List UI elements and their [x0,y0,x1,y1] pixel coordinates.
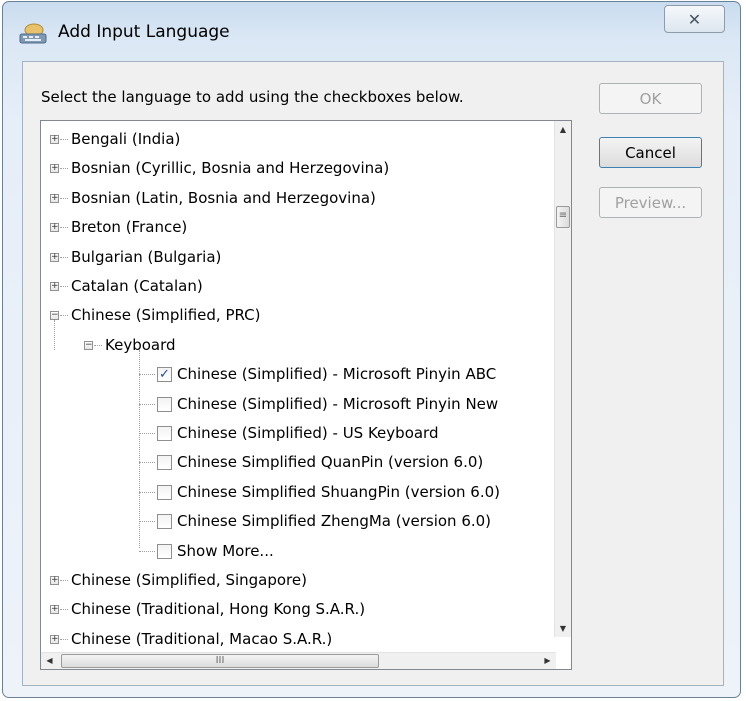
tree-keyboard-item[interactable]: Chinese Simplified ShuangPin (version 6.… [41,479,553,505]
tree-keyboard-label: Chinese Simplified ShuangPin (version 6.… [177,482,500,501]
ok-button[interactable]: OK [599,83,702,114]
tree-language-label: Breton (France) [71,218,188,237]
tree-keyboard-group[interactable]: − Keyboard [41,332,553,358]
tree-keyboard-item[interactable]: Chinese (Simplified) - Microsoft Pinyin … [41,391,553,417]
tree-connector-line [60,197,68,199]
checkbox-unchecked[interactable] [157,455,172,471]
dialog-content: Select the language to add using the che… [22,61,724,686]
tree-language-item[interactable]: + Chinese (Simplified, Singapore) [41,567,553,593]
tree-connector-line [60,638,68,640]
tree-keyboard-item[interactable]: Chinese Simplified ZhengMa (version 6.0) [41,508,553,534]
collapse-icon[interactable]: − [84,340,93,350]
tree-keyboard-item[interactable]: ✓ Chinese (Simplified) - Microsoft Pinyin… [41,361,553,387]
tree-language-label: Bosnian (Cyrillic, Bosnia and Herzegovin… [71,159,390,178]
expand-icon[interactable]: + [50,135,59,144]
expand-icon[interactable]: + [50,252,59,262]
scroll-up-arrow-icon[interactable]: ▲ [555,121,571,138]
tree-keyboard-label: Show More... [177,541,274,560]
tree-connector-line [139,403,155,405]
horizontal-scroll-thumb[interactable]: III [61,654,379,668]
tree-connector-line [60,286,68,287]
tree-language-item[interactable]: + Bulgarian (Bulgaria) [41,244,553,270]
tree-language-item[interactable]: + Catalan (Catalan) [41,273,553,299]
checkbox-unchecked[interactable] [157,543,172,559]
vertical-scroll-thumb[interactable]: ≡ [556,206,570,228]
tree-vertical-guide [54,320,55,350]
tree-connector-line [139,491,155,493]
tree-connector-line [60,256,68,258]
tree-language-item[interactable]: + Breton (France) [41,214,553,240]
checkbox-unchecked[interactable] [157,514,172,530]
window-title: Add Input Language [58,22,230,42]
cancel-button[interactable]: Cancel [599,137,702,168]
tree-keyboard-label: Chinese (Simplified) - US Keyboard [177,424,439,442]
tree-language-label: Chinese (Traditional, Macao S.A.R.) [71,629,333,648]
preview-button[interactable]: Preview... [599,187,702,218]
horizontal-scrollbar[interactable]: ◀ III ▶ [41,652,556,669]
check-icon: ✓ [159,367,170,383]
expand-icon[interactable]: + [50,223,59,233]
tree-language-label: Bulgarian (Bulgaria) [71,247,222,266]
tree-connector-line [60,315,68,317]
tree-language-label: Chinese (Simplified, Singapore) [71,571,307,589]
expand-icon[interactable]: + [50,576,59,585]
tree-connector-line [94,344,102,346]
checkbox-checked[interactable]: ✓ [157,367,172,383]
checkbox-unchecked[interactable] [157,484,172,500]
keyboard-language-icon [19,23,47,44]
tree-connector-line [60,168,68,170]
tree-keyboard-item[interactable]: Chinese (Simplified) - US Keyboard [41,420,553,446]
instruction-text: Select the language to add using the che… [41,88,464,106]
tree-connector-line [139,462,155,464]
tree-vertical-guide [139,349,140,548]
tree-language-item[interactable]: − Chinese (Simplified, PRC) [41,302,553,328]
vertical-scrollbar[interactable]: ▲ ≡ ▼ [554,121,571,637]
tree-keyboard-label: Chinese Simplified ZhengMa (version 6.0) [177,512,492,531]
scroll-right-arrow-icon[interactable]: ▶ [539,653,556,669]
tree-connector-line [139,550,155,552]
close-button[interactable]: ✕ [664,5,725,33]
tree-keyboard-label: Chinese (Simplified) - Microsoft Pinyin … [177,394,499,413]
add-input-language-dialog: Add Input Language ✕ Select the language… [2,1,741,698]
title-bar[interactable]: Add Input Language ✕ [3,2,740,62]
tree-connector-line [139,374,155,376]
expand-icon[interactable]: + [50,282,59,291]
tree-keyboard-group-label: Keyboard [105,335,176,354]
tree-keyboard-label: Chinese Simplified QuanPin (version 6.0) [177,453,484,472]
tree-language-item[interactable]: + Chinese (Traditional, Macao S.A.R.) [41,626,553,652]
checkbox-unchecked[interactable] [157,426,172,441]
expand-icon[interactable]: + [50,164,59,174]
collapse-icon[interactable]: − [50,311,59,321]
tree-connector-line [60,139,68,140]
tree-language-label: Bosnian (Latin, Bosnia and Herzegovina) [71,188,376,207]
tree-keyboard-label: Chinese (Simplified) - Microsoft Pinyin … [177,365,497,384]
tree-keyboard-item[interactable]: Show More... [41,538,553,564]
tree-language-label: Chinese (Traditional, Hong Kong S.A.R.) [71,600,366,619]
close-icon: ✕ [687,9,702,29]
tree-language-item[interactable]: + Bosnian (Latin, Bosnia and Herzegovina) [41,185,553,211]
scroll-left-arrow-icon[interactable]: ◀ [41,653,58,669]
tree-connector-line [60,609,68,611]
tree-language-label: Chinese (Simplified, PRC) [71,306,261,325]
expand-icon[interactable]: + [50,605,59,615]
expand-icon[interactable]: + [50,634,59,644]
tree-language-item[interactable]: + Bengali (India) [41,126,553,152]
tree-keyboard-item[interactable]: Chinese Simplified QuanPin (version 6.0) [41,449,553,475]
tree-language-label: Catalan (Catalan) [71,277,203,295]
tree-connector-line [139,521,155,523]
tree-connector-line [139,433,155,434]
tree-connector-line [60,580,68,581]
tree-language-item[interactable]: + Bosnian (Cyrillic, Bosnia and Herzegovi… [41,155,553,181]
language-tree[interactable]: + Bengali (India) + Bosnian (Cyrillic, Bosn… [40,120,572,670]
tree-connector-line [60,227,68,229]
expand-icon[interactable]: + [50,193,59,203]
tree-language-label: Bengali (India) [71,130,181,148]
scroll-down-arrow-icon[interactable]: ▼ [555,620,571,637]
checkbox-unchecked[interactable] [157,396,172,412]
tree-language-item[interactable]: + Chinese (Traditional, Hong Kong S.A.R.) [41,596,553,622]
